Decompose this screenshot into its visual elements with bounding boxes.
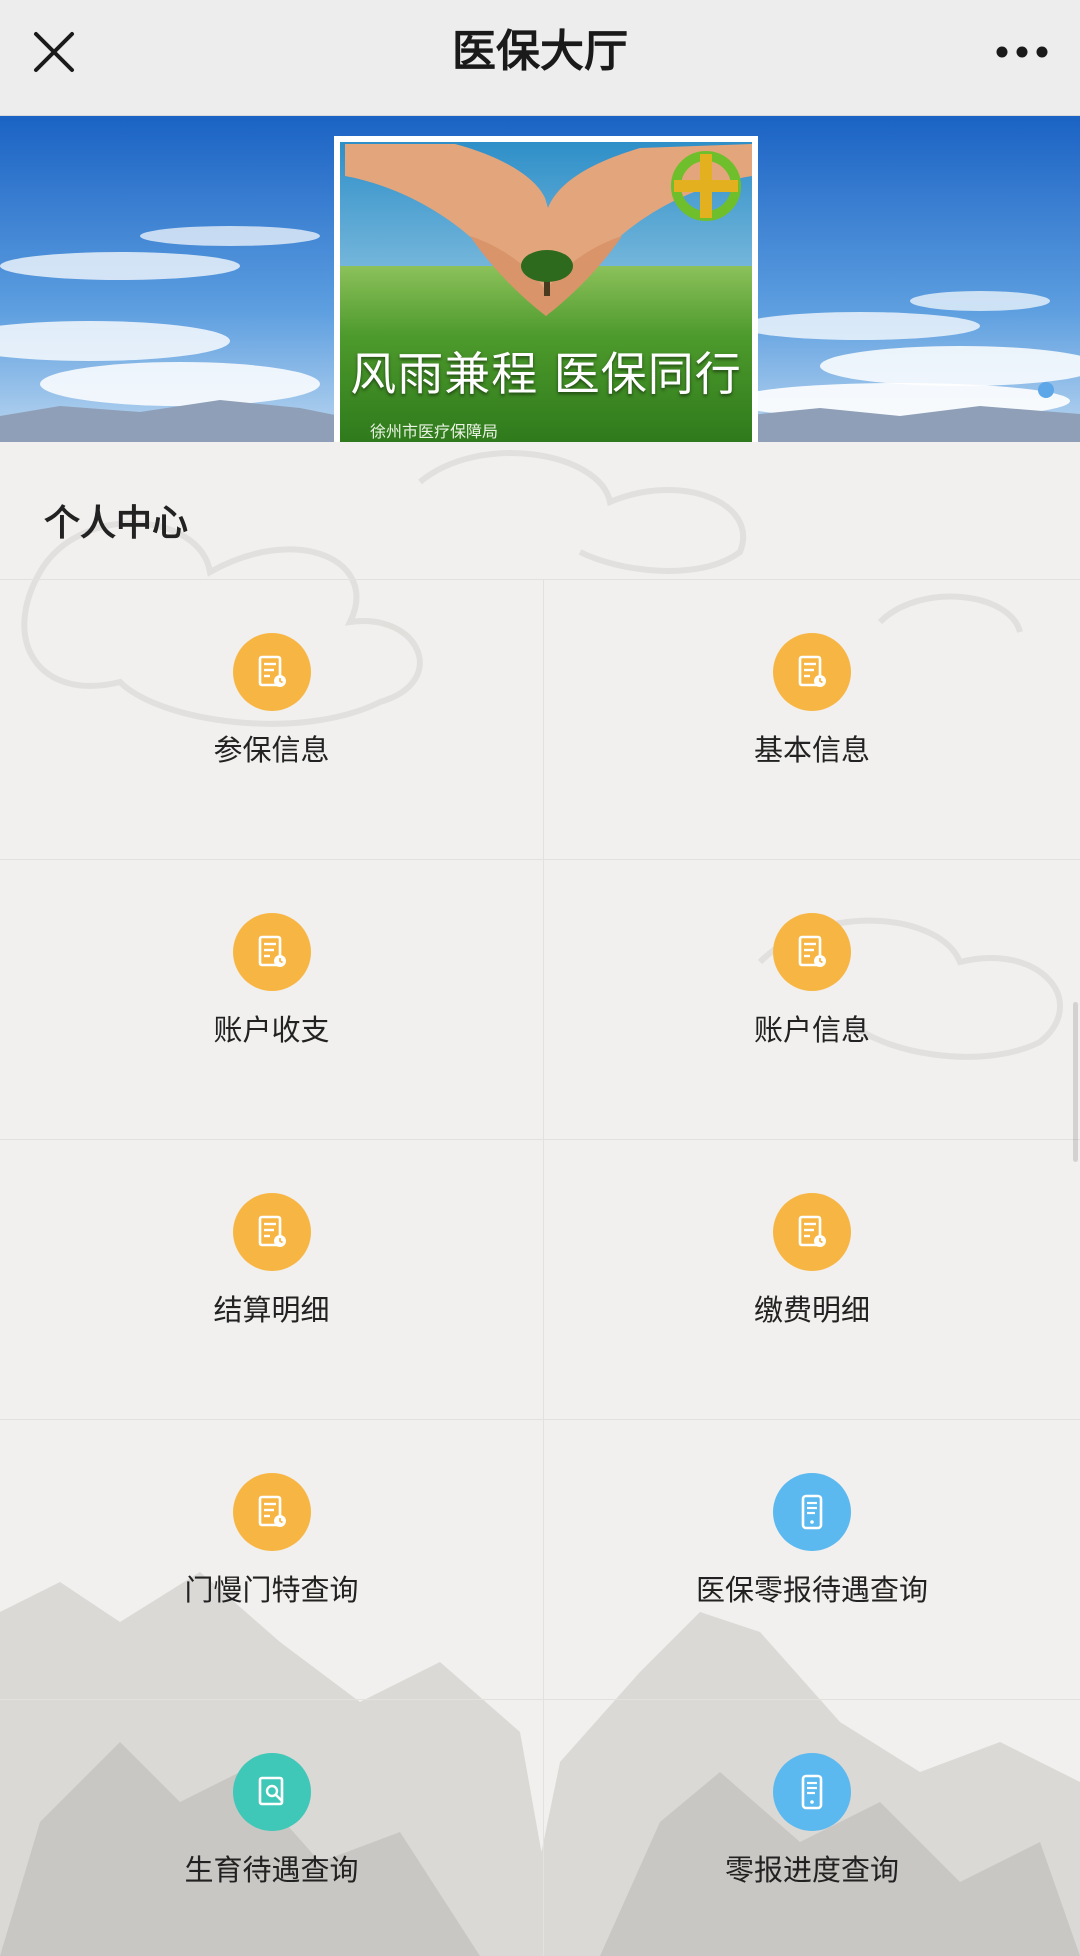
menu-item-label: 医保零报待遇查询	[695, 1573, 928, 1607]
service-grid: 参保信息 基本信息 账户收支 账户信息 结算明细 缴费明细 门慢门特查询 医保零…	[0, 579, 1080, 1956]
menu-item-label: 账户收支	[213, 1013, 330, 1047]
menu-item-account-transactions[interactable]: 账户收支	[0, 860, 544, 1140]
menu-item-label: 结算明细	[213, 1293, 330, 1327]
page-title: 医保大厅	[452, 26, 628, 77]
banner-org-name: 徐州市医疗保障局	[370, 422, 499, 441]
menu-item-chronic-disease-query[interactable]: 门慢门特查询	[0, 1420, 544, 1700]
banner-carousel[interactable]: 风雨兼程 医保同行 徐州市医疗保障局	[0, 116, 1080, 442]
close-icon[interactable]	[24, 22, 84, 82]
menu-item-payment-details[interactable]: 缴费明细	[544, 1140, 1080, 1420]
more-dots-icon[interactable]	[990, 26, 1054, 78]
scrollbar[interactable]	[1073, 1002, 1078, 1162]
document-icon	[232, 1473, 311, 1551]
banner-slogan: 风雨兼程 医保同行	[350, 347, 742, 401]
menu-item-label: 基本信息	[753, 733, 870, 767]
menu-item-basic-info[interactable]: 基本信息	[544, 580, 1080, 860]
menu-item-reimbursement-progress[interactable]: 零报进度查询	[544, 1700, 1080, 1956]
document-icon	[232, 1193, 311, 1271]
menu-item-label: 账户信息	[753, 1013, 870, 1047]
top-nav-bar: 医保大厅	[0, 0, 1080, 116]
menu-item-insurance-info[interactable]: 参保信息	[0, 580, 544, 860]
section-title: 个人中心	[44, 503, 189, 544]
menu-item-label: 零报进度查询	[724, 1853, 899, 1887]
document-icon	[232, 633, 311, 711]
menu-item-reimbursement-query[interactable]: 医保零报待遇查询	[544, 1420, 1080, 1700]
search-document-icon	[232, 1753, 311, 1831]
phone-icon	[773, 1473, 851, 1551]
menu-item-label: 参保信息	[213, 733, 330, 767]
menu-item-account-info[interactable]: 账户信息	[544, 860, 1080, 1140]
menu-item-settlement-details[interactable]: 结算明细	[0, 1140, 544, 1420]
menu-item-label: 生育待遇查询	[184, 1853, 359, 1887]
document-icon	[773, 1193, 851, 1271]
document-icon	[232, 913, 311, 991]
menu-item-maternity-query[interactable]: 生育待遇查询	[0, 1700, 544, 1956]
document-icon	[773, 633, 851, 711]
carousel-indicator-dot[interactable]	[1038, 382, 1054, 398]
menu-item-label: 门慢门特查询	[184, 1573, 359, 1607]
menu-item-label: 缴费明细	[753, 1293, 870, 1327]
document-icon	[773, 913, 851, 991]
phone-icon	[773, 1753, 851, 1831]
personal-center-section: 个人中心 参保信息 基本信息 账户收支 账户信息 结算明细 缴费明细 门慢门特查	[0, 442, 1080, 1956]
